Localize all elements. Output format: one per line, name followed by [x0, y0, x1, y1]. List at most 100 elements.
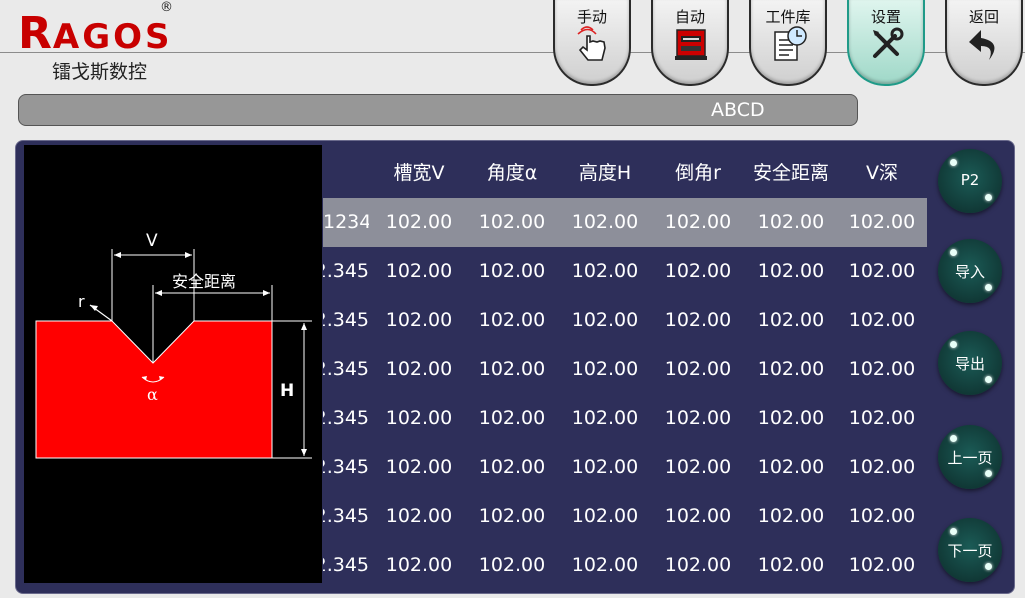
- nav-auto-button[interactable]: 自动: [651, 0, 729, 86]
- import-label: 导入: [954, 263, 985, 281]
- table-cell: 102.00: [385, 358, 453, 380]
- label-alpha: α: [147, 385, 158, 404]
- nav-back-button[interactable]: 返回: [945, 0, 1023, 86]
- label-safe-distance: 安全距离: [172, 272, 236, 291]
- header-angle: 角度α: [486, 162, 538, 184]
- table-cell: 102.00: [757, 309, 825, 331]
- table-cell: 102.00: [478, 309, 546, 331]
- table-cell: 102.00: [478, 407, 546, 429]
- row-id: 12.345: [323, 554, 369, 576]
- label-h: H: [280, 381, 294, 401]
- import-button[interactable]: 导入: [938, 239, 1002, 303]
- label-v: V: [146, 231, 158, 251]
- table-row[interactable]: 12.345 102.00 102.00 102.00 102.00 102.0…: [323, 296, 927, 345]
- prev-page-label: 上一页: [947, 449, 993, 467]
- table-cell: 102.00: [385, 505, 453, 527]
- nav-manual-button[interactable]: 手动: [553, 0, 631, 86]
- program-name-bar: ABCD: [18, 94, 858, 126]
- row-id: 12.345: [323, 407, 369, 429]
- tools-icon: [873, 27, 904, 58]
- row-id: 12.345: [323, 309, 369, 331]
- table-cell: 102.00: [757, 358, 825, 380]
- table-cell: 102.00: [848, 358, 916, 380]
- table-row[interactable]: 12.345 102.00 102.00 102.00 102.00 102.0…: [323, 492, 927, 541]
- table-cell: 102.00: [478, 456, 546, 478]
- table-cell: 102.00: [385, 456, 453, 478]
- table-cell: 102.00: [571, 211, 639, 233]
- table-cell: 102.00: [757, 456, 825, 478]
- table-cell: 102.00: [757, 260, 825, 282]
- table-cell: 102.00: [571, 309, 639, 331]
- row-id: 12.345: [323, 456, 369, 478]
- table-cell: 102.00: [848, 456, 916, 478]
- registered-mark: ®: [160, 0, 173, 15]
- header-chamfer: 倒角r: [675, 162, 721, 184]
- table-row[interactable]: 12.345 102.00 102.00 102.00 102.00 102.0…: [323, 345, 927, 394]
- hand-touch-icon: [577, 26, 606, 61]
- p2-label: P2: [960, 171, 980, 189]
- table-row[interactable]: 12.345 102.00 102.00 102.00 102.00 102.0…: [323, 541, 927, 587]
- header-safe-distance: 安全距离: [752, 162, 829, 184]
- table-cell: 102.00: [571, 260, 639, 282]
- program-name-text: ABCD: [711, 99, 765, 121]
- label-r: r: [78, 292, 85, 311]
- die-diagram-svg: V 安全距离 r H α: [35, 231, 312, 459]
- table-cell: 102.00: [664, 260, 732, 282]
- nav-settings-button[interactable]: 设置: [847, 0, 925, 86]
- table-cell: 102.00: [664, 358, 732, 380]
- back-arrow-icon: [969, 30, 995, 60]
- table-cell: 102.00: [757, 554, 825, 576]
- table-cell: 102.00: [571, 554, 639, 576]
- header-groove-width: 槽宽V: [393, 162, 445, 184]
- table-cell: 102.00: [848, 211, 916, 233]
- document-clock-icon: [774, 26, 807, 61]
- table-cell: 102.00: [848, 309, 916, 331]
- table-cell: 102.00: [848, 554, 916, 576]
- row-id: 12.345: [323, 260, 369, 282]
- table-row[interactable]: 12.345 102.00 102.00 102.00 102.00 102.0…: [323, 247, 927, 296]
- row-id: 1234: [323, 211, 369, 233]
- main-panel: V 安全距离 r H α 槽宽V 角度α 高度H 倒角r 安全距离 V深 123…: [15, 140, 1015, 594]
- nav-library-button[interactable]: 工件库: [749, 0, 827, 86]
- export-label: 导出: [954, 355, 985, 373]
- table-cell: 102.00: [664, 211, 732, 233]
- machine-icon: [675, 29, 707, 60]
- table-cell: 102.00: [664, 505, 732, 527]
- table-cell: 102.00: [571, 407, 639, 429]
- table-cell: 102.00: [664, 456, 732, 478]
- header-height: 高度H: [578, 162, 632, 184]
- table-cell: 102.00: [664, 554, 732, 576]
- table-cell: 102.00: [385, 309, 453, 331]
- table-cell: 102.00: [385, 260, 453, 282]
- table-cell: 102.00: [571, 505, 639, 527]
- table-row[interactable]: 12.345 102.00 102.00 102.00 102.00 102.0…: [323, 443, 927, 492]
- table-row[interactable]: 12.345 102.00 102.00 102.00 102.00 102.0…: [323, 394, 927, 443]
- table-cell: 102.00: [478, 554, 546, 576]
- export-button[interactable]: 导出: [938, 331, 1002, 395]
- table-cell: 102.00: [757, 505, 825, 527]
- table-cell: 102.00: [385, 407, 453, 429]
- next-page-button[interactable]: 下一页: [938, 518, 1002, 582]
- table-row[interactable]: 1234 102.00 102.00 102.00 102.00 102.00 …: [323, 198, 927, 247]
- table-cell: 102.00: [571, 456, 639, 478]
- row-id: 12.345: [323, 358, 369, 380]
- table-cell: 102.00: [571, 358, 639, 380]
- table-cell: 102.00: [478, 358, 546, 380]
- prev-page-button[interactable]: 上一页: [938, 425, 1002, 489]
- table-cell: 102.00: [478, 211, 546, 233]
- table-cell: 102.00: [478, 505, 546, 527]
- die-table: 槽宽V 角度α 高度H 倒角r 安全距离 V深 1234 102.00 102.…: [323, 141, 927, 587]
- table-cell: 102.00: [385, 554, 453, 576]
- table-cell: 102.00: [757, 407, 825, 429]
- table-cell: 102.00: [478, 260, 546, 282]
- table-header: 槽宽V 角度α 高度H 倒角r 安全距离 V深: [323, 149, 927, 198]
- page-p2-button[interactable]: P2: [938, 149, 1002, 213]
- table-cell: 102.00: [848, 505, 916, 527]
- table-cell: 102.00: [664, 309, 732, 331]
- table-cell: 102.00: [385, 211, 453, 233]
- table-cell: 102.00: [757, 211, 825, 233]
- table-cell: 102.00: [664, 407, 732, 429]
- header-v-depth: V深: [866, 162, 898, 184]
- table-cell: 102.00: [848, 260, 916, 282]
- table-cell: 102.00: [848, 407, 916, 429]
